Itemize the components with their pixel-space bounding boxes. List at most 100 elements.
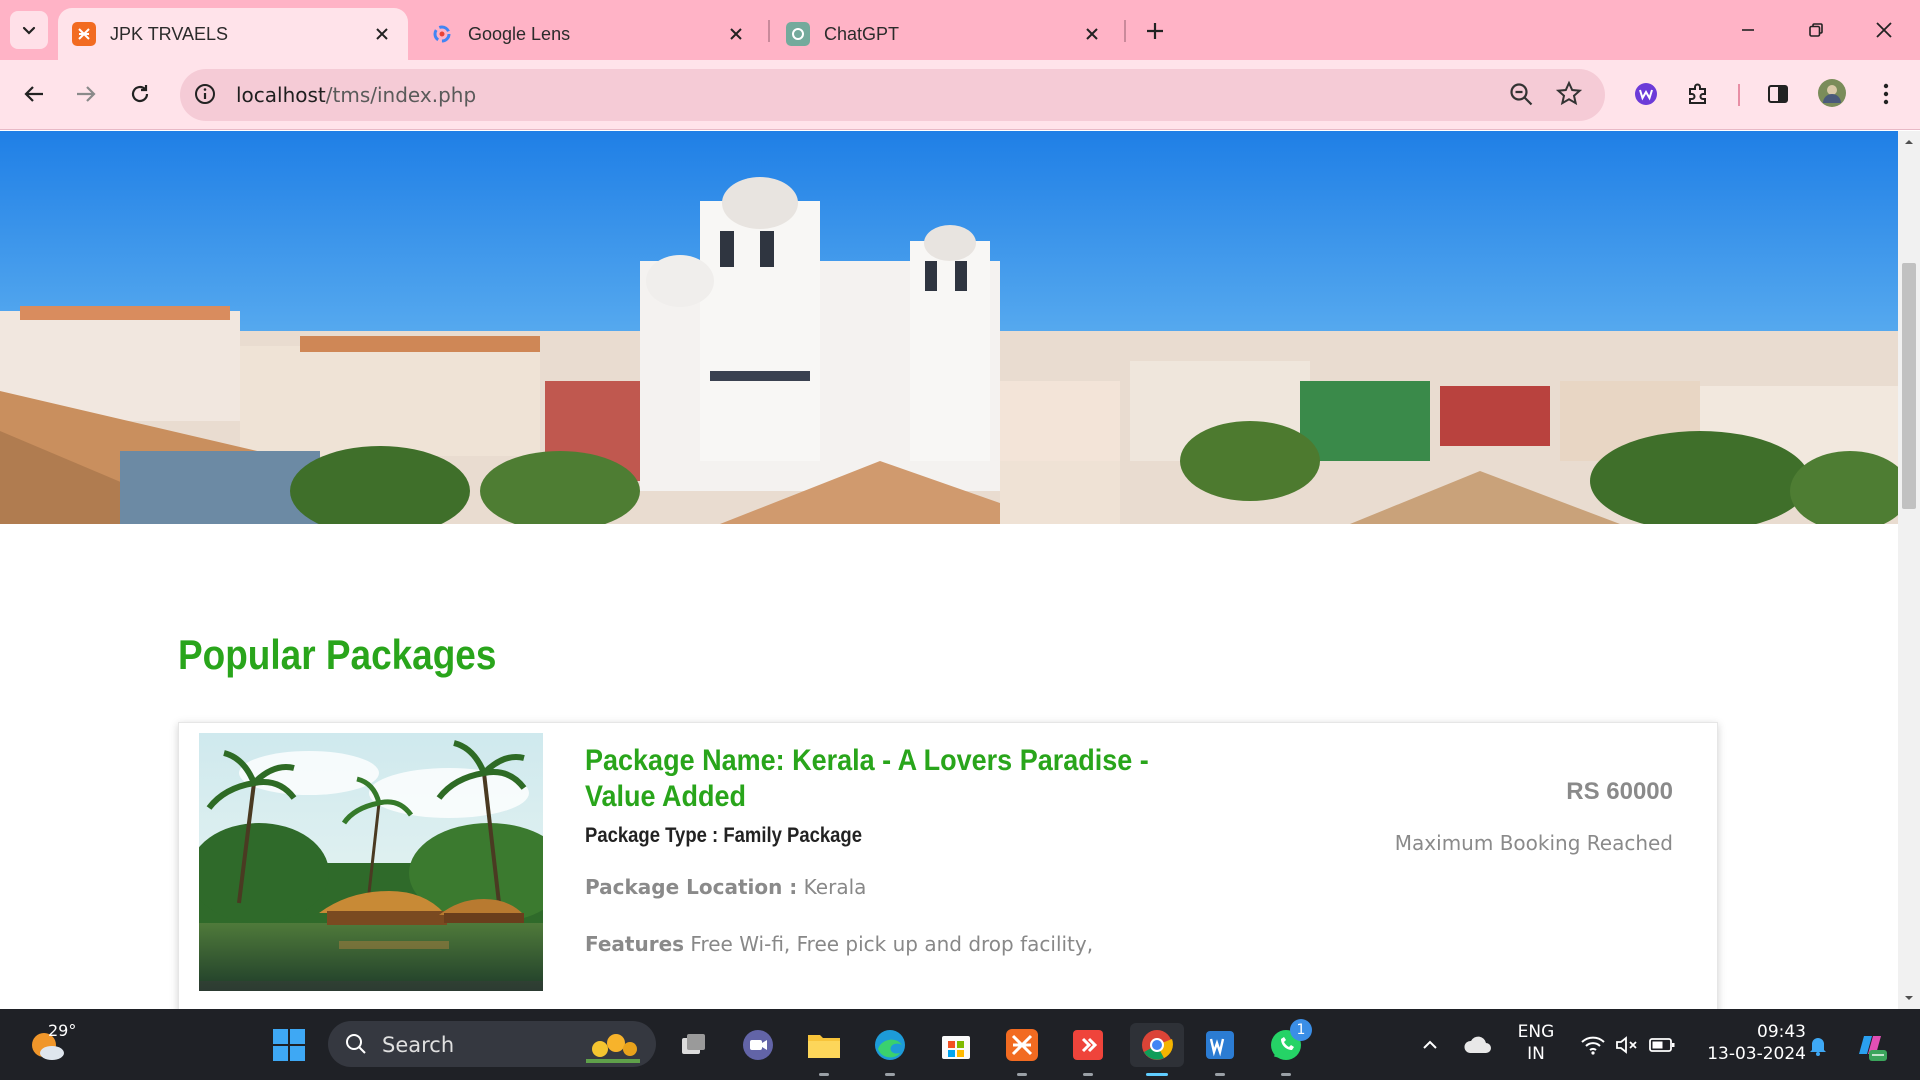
extensions-puzzle-icon[interactable] bbox=[1680, 76, 1716, 112]
task-view-icon bbox=[682, 1034, 705, 1054]
package-features-label: Features bbox=[585, 932, 685, 956]
zoom-icon[interactable] bbox=[1507, 80, 1535, 113]
url-text[interactable]: localhost/tms/index.php bbox=[236, 83, 476, 107]
notifications-button[interactable] bbox=[1796, 1023, 1840, 1067]
store-button[interactable] bbox=[934, 1023, 978, 1067]
close-tab-icon[interactable] bbox=[1080, 22, 1104, 46]
minimize-button[interactable] bbox=[1726, 12, 1770, 48]
more-menu-icon[interactable] bbox=[1868, 76, 1904, 112]
search-highlight-flowers-icon bbox=[586, 1034, 640, 1063]
package-name-link[interactable]: Package Name: Kerala - A Lovers Paradise… bbox=[585, 743, 1215, 815]
tab-separator bbox=[1124, 20, 1126, 42]
chrome-icon bbox=[1142, 1030, 1173, 1060]
package-image[interactable] bbox=[199, 733, 543, 991]
start-button[interactable] bbox=[267, 1023, 311, 1067]
booking-status: Maximum Booking Reached bbox=[1394, 831, 1673, 855]
package-location: Package Location : Kerala bbox=[585, 875, 866, 899]
clock[interactable]: 09:43 13-03-2024 bbox=[1696, 1021, 1806, 1065]
package-features-value: Free Wi-fi, Free pick up and drop facili… bbox=[690, 932, 1094, 956]
chevron-down-icon bbox=[22, 26, 36, 35]
avatar[interactable] bbox=[1814, 75, 1850, 111]
teams-icon bbox=[743, 1030, 773, 1060]
tab-chatgpt[interactable]: ChatGPT bbox=[772, 8, 1118, 60]
tab-title: ChatGPT bbox=[824, 23, 900, 44]
page-scrollbar[interactable] bbox=[1898, 131, 1920, 1009]
copilot-button[interactable] bbox=[1848, 1023, 1892, 1067]
taskbar-search[interactable]: Search bbox=[328, 1021, 656, 1067]
reload-button[interactable] bbox=[120, 74, 160, 114]
show-hidden-icons-button[interactable] bbox=[1408, 1023, 1452, 1067]
onedrive-button[interactable] bbox=[1456, 1023, 1500, 1067]
site-info-icon[interactable] bbox=[194, 83, 216, 110]
anydesk-button[interactable] bbox=[1066, 1023, 1110, 1076]
arrow-left-icon bbox=[24, 86, 43, 102]
running-indicator bbox=[1017, 1073, 1027, 1076]
close-tab-icon[interactable] bbox=[370, 22, 394, 46]
url-path: /tms/index.php bbox=[325, 83, 477, 107]
bell-icon bbox=[1810, 1038, 1826, 1056]
wifi-icon bbox=[1581, 1036, 1605, 1055]
language-indicator[interactable]: ENG IN bbox=[1504, 1021, 1568, 1065]
word-button[interactable] bbox=[1198, 1023, 1242, 1076]
new-tab-button[interactable] bbox=[1138, 14, 1172, 48]
reload-icon bbox=[131, 85, 149, 103]
windows-logo-icon bbox=[273, 1029, 305, 1061]
weather-widget[interactable]: 29° bbox=[28, 1021, 76, 1068]
whatsapp-button[interactable]: 1 bbox=[1264, 1019, 1312, 1076]
restore-button[interactable] bbox=[1794, 12, 1838, 48]
edge-button[interactable] bbox=[868, 1023, 912, 1076]
running-indicator bbox=[885, 1073, 895, 1076]
weather-temperature: 29° bbox=[48, 1021, 77, 1040]
scroll-down-arrow-icon[interactable] bbox=[1902, 991, 1916, 1005]
back-button[interactable] bbox=[14, 74, 54, 114]
xampp-button[interactable] bbox=[1000, 1023, 1044, 1076]
copilot-icon bbox=[1859, 1036, 1887, 1061]
tab-title: JPK TRVAELS bbox=[110, 23, 229, 44]
chrome-button[interactable] bbox=[1130, 1023, 1184, 1076]
microsoft-store-icon bbox=[942, 1036, 970, 1059]
plus-icon bbox=[1147, 23, 1163, 39]
google-lens-icon bbox=[430, 22, 454, 46]
notification-badge: 1 bbox=[1290, 1019, 1312, 1041]
clock-time: 09:43 bbox=[1757, 1022, 1806, 1042]
cloud-icon bbox=[1464, 1036, 1491, 1053]
extension-w-icon[interactable] bbox=[1628, 76, 1664, 112]
language-line2: IN bbox=[1527, 1044, 1545, 1064]
close-tab-icon[interactable] bbox=[724, 22, 748, 46]
quick-settings-button[interactable] bbox=[1570, 1023, 1686, 1067]
scroll-up-arrow-icon[interactable] bbox=[1902, 135, 1916, 149]
address-bar[interactable]: localhost/tms/index.php bbox=[180, 69, 1605, 121]
arrow-right-icon bbox=[77, 86, 96, 102]
minimize-icon bbox=[1742, 29, 1754, 31]
running-indicator bbox=[1281, 1073, 1291, 1076]
running-indicator bbox=[1083, 1073, 1093, 1076]
tab-search-button[interactable] bbox=[10, 11, 48, 49]
file-explorer-button[interactable] bbox=[802, 1023, 846, 1076]
package-card: Package Name: Kerala - A Lovers Paradise… bbox=[178, 722, 1718, 1009]
folder-icon bbox=[808, 1035, 840, 1058]
running-indicator bbox=[1215, 1073, 1225, 1076]
forward-button[interactable] bbox=[66, 74, 106, 114]
search-icon bbox=[346, 1034, 366, 1054]
url-host: localhost bbox=[236, 83, 326, 107]
running-indicator bbox=[819, 1073, 829, 1076]
browser-toolbar: localhost/tms/index.php bbox=[0, 60, 1920, 130]
package-features: Features Free Wi-fi, Free pick up and dr… bbox=[585, 932, 1093, 956]
tab-title: Google Lens bbox=[468, 23, 571, 44]
tab-bar: JPK TRVAELS Google Lens ChatGPT bbox=[0, 0, 1920, 60]
teams-chat-button[interactable] bbox=[736, 1023, 780, 1067]
battery-icon bbox=[1649, 1038, 1675, 1052]
tab-jpk-travels[interactable]: JPK TRVAELS bbox=[58, 8, 408, 60]
section-title: Popular Packages bbox=[178, 631, 497, 678]
bookmark-star-icon[interactable] bbox=[1555, 80, 1583, 113]
windows-taskbar: 29° Search 1 ENG IN 09:43 13-03-2024 bbox=[0, 1009, 1920, 1080]
task-view-button[interactable] bbox=[672, 1023, 716, 1067]
xampp-icon bbox=[72, 22, 96, 46]
tab-separator bbox=[768, 20, 770, 42]
tab-google-lens[interactable]: Google Lens bbox=[416, 8, 762, 60]
scrollbar-thumb[interactable] bbox=[1902, 263, 1916, 509]
package-price: RS 60000 bbox=[1566, 778, 1673, 805]
package-type: Package Type : Family Package bbox=[585, 824, 863, 847]
close-window-button[interactable] bbox=[1862, 12, 1906, 48]
side-panel-icon[interactable] bbox=[1760, 76, 1796, 112]
